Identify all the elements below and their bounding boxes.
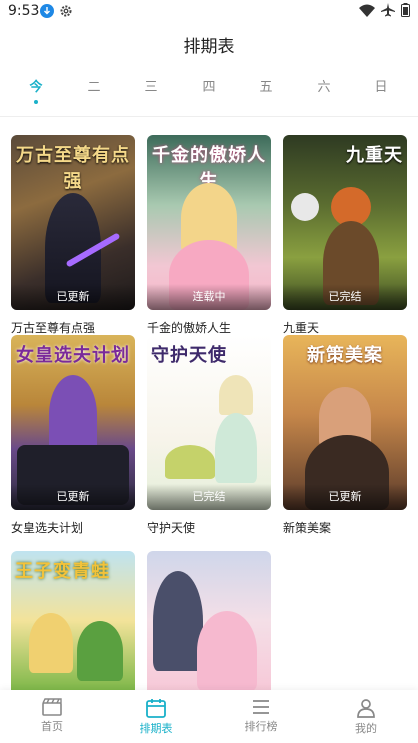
nav-home[interactable]: 首页 <box>0 690 104 743</box>
cover-art <box>165 445 215 479</box>
person-icon <box>357 699 375 718</box>
tab-today[interactable]: 今 <box>16 76 56 104</box>
active-tab-indicator <box>34 100 38 104</box>
comic-card[interactable]: 万古至尊有点强 已更新 万古至尊有点强 <box>11 135 135 336</box>
wifi-icon <box>359 4 375 17</box>
airplane-icon <box>381 3 395 17</box>
update-status-badge: 已完结 <box>283 284 407 310</box>
download-icon <box>40 4 54 18</box>
update-status-badge: 连载中 <box>147 284 271 310</box>
comic-card[interactable]: 千金的傲娇人生 连载中 千金的傲娇人生 <box>147 135 271 336</box>
cover-title: 九重天 <box>346 145 403 166</box>
comic-cover: 女皇选夫计划 已更新 <box>11 335 135 510</box>
cover-title: 女皇选夫计划 <box>16 345 130 366</box>
cover-art <box>29 613 73 673</box>
update-status-badge: 已更新 <box>11 484 135 510</box>
comic-title: 九重天 <box>283 321 320 335</box>
cover-art <box>197 611 257 690</box>
tab-label: 六 <box>317 80 331 95</box>
cover-title: 守护天使 <box>151 345 227 366</box>
update-status-badge: 已更新 <box>283 484 407 510</box>
cover-art <box>215 413 257 483</box>
comic-cover: 九重天 已完结 <box>283 135 407 310</box>
comic-card[interactable] <box>147 551 271 690</box>
cover-art <box>219 375 253 415</box>
tab-label: 五 <box>259 80 273 95</box>
nav-schedule[interactable]: 排期表 <box>104 690 208 743</box>
comic-title: 守护天使 <box>147 521 196 535</box>
comic-cover: 千金的傲娇人生 连载中 <box>147 135 271 310</box>
tab-saturday[interactable]: 六 <box>304 76 344 95</box>
comic-title: 千金的傲娇人生 <box>147 321 232 335</box>
calendar-icon <box>146 699 166 718</box>
bottom-navigation: 首页 排期表 排行榜 我的 <box>0 690 418 743</box>
nav-label: 排期表 <box>139 722 173 735</box>
status-bar: 9:53 <box>0 0 418 24</box>
comic-cover: 守护天使 已完结 <box>147 335 271 510</box>
update-status-badge: 已完结 <box>147 484 271 510</box>
page-title: 排期表 <box>183 37 235 57</box>
comic-title: 女皇选夫计划 <box>11 521 84 535</box>
tab-tuesday[interactable]: 二 <box>74 76 114 95</box>
tab-sunday[interactable]: 日 <box>361 76 401 95</box>
cover-art <box>49 375 97 455</box>
comic-title: 万古至尊有点强 <box>11 321 96 335</box>
tab-wednesday[interactable]: 三 <box>131 76 171 95</box>
clapperboard-icon <box>42 698 62 716</box>
battery-icon <box>401 3 410 17</box>
tab-label: 日 <box>374 80 388 95</box>
tabs-divider <box>0 116 418 117</box>
cover-art <box>153 571 203 671</box>
tab-label: 二 <box>87 80 101 95</box>
nav-label: 排行榜 <box>244 720 278 733</box>
comic-title: 新策美案 <box>283 521 332 535</box>
comic-card[interactable]: 王子变青蛙 <box>11 551 135 690</box>
cover-title: 王子变青蛙 <box>15 561 110 582</box>
comic-cover: 王子变青蛙 <box>11 551 135 690</box>
comic-cover: 新策美案 已更新 <box>283 335 407 510</box>
tab-label: 四 <box>202 80 216 95</box>
tab-label: 三 <box>144 80 158 95</box>
cover-art <box>291 193 319 221</box>
gear-icon <box>60 5 72 17</box>
comic-cover: 万古至尊有点强 已更新 <box>11 135 135 310</box>
cover-title: 万古至尊有点强 <box>16 145 130 192</box>
tab-thursday[interactable]: 四 <box>189 76 229 95</box>
status-time: 9:53 <box>8 3 40 19</box>
cover-title: 新策美案 <box>307 345 383 366</box>
tab-label: 今 <box>29 80 43 95</box>
list-icon <box>253 700 269 714</box>
comic-card[interactable]: 九重天 已完结 九重天 <box>283 135 407 336</box>
cover-art <box>77 621 123 681</box>
day-tabs: 今 二 三 四 五 六 日 <box>0 76 418 108</box>
nav-profile[interactable]: 我的 <box>314 690 418 743</box>
comic-card[interactable]: 女皇选夫计划 已更新 女皇选夫计划 <box>11 335 135 536</box>
nav-label: 我的 <box>355 722 377 735</box>
comic-cover <box>147 551 271 690</box>
tab-friday[interactable]: 五 <box>246 76 286 95</box>
nav-label: 首页 <box>41 720 63 733</box>
nav-ranking[interactable]: 排行榜 <box>209 690 313 743</box>
comic-card[interactable]: 守护天使 已完结 守护天使 <box>147 335 271 536</box>
update-status-badge: 已更新 <box>11 284 135 310</box>
comic-card[interactable]: 新策美案 已更新 新策美案 <box>283 335 407 536</box>
